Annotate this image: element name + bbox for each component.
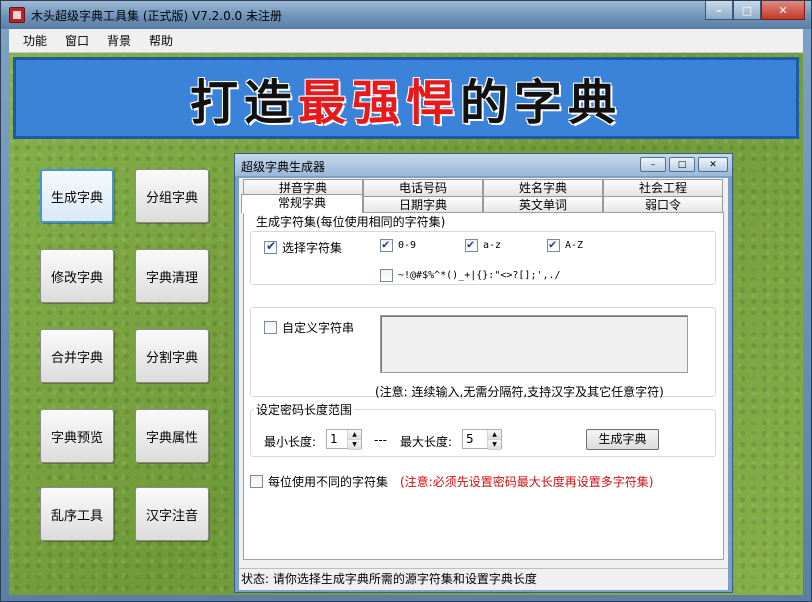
special-chars-checkbox[interactable]: ~!@#$%^*()_+|{}:"<>?[];',./ bbox=[380, 269, 561, 282]
app-icon bbox=[9, 7, 25, 23]
tool-preview-dict-button[interactable]: 字典预览 bbox=[40, 409, 114, 463]
menu-function[interactable]: 功能 bbox=[23, 32, 47, 49]
tool-pinyin-button[interactable]: 汉字注音 bbox=[135, 487, 209, 541]
custom-string-note: (注意: 连续输入,无需分隔符,支持汉字及其它任意字符) bbox=[375, 385, 664, 399]
max-length-label: 最大长度: bbox=[400, 435, 453, 449]
dialog-minimize-button[interactable]: – bbox=[640, 157, 666, 172]
tab-phone[interactable]: 电话号码 bbox=[363, 179, 483, 196]
checkbox-box[interactable] bbox=[380, 237, 393, 252]
generate-dict-button[interactable]: 生成字典 bbox=[586, 429, 659, 450]
length-separator: --- bbox=[374, 433, 387, 447]
dialog-maximize-button[interactable]: □ bbox=[669, 157, 695, 172]
diff-charset-label: 每位使用不同的字符集 bbox=[268, 475, 389, 489]
status-bar: 状态: 请你选择生成字典所需的源字符集和设置字典长度 bbox=[239, 568, 728, 588]
dialog-title-bar[interactable]: 超级字典生成器 – □ ✕ bbox=[235, 154, 732, 176]
menu-background[interactable]: 背景 bbox=[107, 32, 131, 49]
banner-part-3: 的字典 bbox=[460, 75, 623, 131]
dict-generator-dialog: 超级字典生成器 – □ ✕ 拼音字典 电话号码 姓名字典 社会工程 常规字典 日… bbox=[234, 153, 733, 593]
banner-slogan: 打造最强悍的字典 bbox=[190, 63, 622, 133]
minimize-button[interactable]: – bbox=[705, 1, 733, 20]
menu-window[interactable]: 窗口 bbox=[65, 32, 89, 49]
tool-shuffle-button[interactable]: 乱序工具 bbox=[40, 487, 114, 541]
charset-group-label: 生成字符集(每位使用相同的字符集) bbox=[254, 213, 448, 230]
tool-group-dict-button[interactable]: 分组字典 bbox=[135, 169, 209, 223]
custom-string-label: 自定义字符串 bbox=[282, 321, 355, 335]
diff-charset-checkbox[interactable]: 每位使用不同的字符集 bbox=[250, 473, 388, 490]
length-group-label: 设定密码长度范围 bbox=[254, 401, 355, 418]
checkbox-box[interactable] bbox=[264, 239, 277, 254]
tool-clean-dict-button[interactable]: 字典清理 bbox=[135, 249, 209, 303]
tool-split-dict-button[interactable]: 分割字典 bbox=[135, 329, 209, 383]
tool-generate-dict-button[interactable]: 生成字典 bbox=[40, 169, 114, 223]
tab-social[interactable]: 社会工程 bbox=[603, 179, 723, 196]
banner: 打造最强悍的字典 bbox=[13, 57, 799, 139]
dialog-body: 拼音字典 电话号码 姓名字典 社会工程 常规字典 日期字典 英文单词 弱口令 生… bbox=[239, 178, 728, 590]
max-length-value[interactable]: 5 bbox=[463, 430, 487, 448]
banner-part-2: 最强悍 bbox=[297, 75, 460, 131]
tab-panel-common: 生成字符集(每位使用相同的字符集) 选择字符集 0-9 a-z bbox=[243, 212, 724, 560]
select-charset-label: 选择字符集 bbox=[282, 241, 343, 255]
spinner-arrows[interactable]: ▲ ▼ bbox=[487, 430, 501, 450]
menu-bar: 功能 窗口 背景 帮助 bbox=[9, 29, 803, 53]
dialog-title: 超级字典生成器 bbox=[241, 160, 326, 174]
diff-charset-note: (注意:必须先设置密码最大长度再设置多字符集) bbox=[400, 475, 654, 489]
spin-up-icon[interactable]: ▲ bbox=[348, 430, 361, 440]
tab-common[interactable]: 常规字典 bbox=[241, 194, 363, 213]
menu-help[interactable]: 帮助 bbox=[149, 32, 173, 49]
window-controls: – □ ✕ bbox=[705, 1, 805, 21]
select-charset-checkbox[interactable]: 选择字符集 bbox=[264, 239, 342, 256]
maximize-button[interactable]: □ bbox=[733, 1, 761, 20]
tool-modify-dict-button[interactable]: 修改字典 bbox=[40, 249, 114, 303]
uppercase-checkbox[interactable]: A-Z bbox=[547, 237, 584, 252]
spin-up-icon[interactable]: ▲ bbox=[488, 430, 501, 440]
spin-down-icon[interactable]: ▼ bbox=[488, 440, 501, 450]
max-length-spinner[interactable]: 5 ▲ ▼ bbox=[462, 429, 502, 450]
window-title: 木头超级字典工具集 (正式版) V7.2.0.0 未注册 bbox=[31, 9, 282, 23]
digits-label: 0-9 bbox=[398, 240, 417, 251]
tab-date[interactable]: 日期字典 bbox=[363, 196, 483, 213]
dialog-close-button[interactable]: ✕ bbox=[698, 157, 728, 172]
checkbox-box[interactable] bbox=[547, 237, 560, 252]
min-length-label: 最小长度: bbox=[264, 435, 317, 449]
custom-string-checkbox[interactable]: 自定义字符串 bbox=[264, 319, 354, 336]
banner-part-1: 打造 bbox=[189, 75, 298, 131]
title-bar[interactable]: 木头超级字典工具集 (正式版) V7.2.0.0 未注册 – □ ✕ bbox=[1, 1, 811, 29]
min-length-value[interactable]: 1 bbox=[327, 430, 347, 448]
lowercase-checkbox[interactable]: a-z bbox=[465, 237, 502, 252]
checkbox-box[interactable] bbox=[250, 475, 263, 488]
checkbox-box[interactable] bbox=[380, 269, 393, 282]
tab-name[interactable]: 姓名字典 bbox=[483, 179, 603, 196]
main-window: 木头超级字典工具集 (正式版) V7.2.0.0 未注册 – □ ✕ 功能 窗口… bbox=[0, 0, 812, 602]
workspace: 打造最强悍的字典 生成字典 分组字典 修改字典 字典清理 合并字典 分割字典 字… bbox=[9, 53, 803, 595]
checkbox-box[interactable] bbox=[465, 237, 478, 252]
lowercase-label: a-z bbox=[483, 240, 502, 251]
tool-dict-props-button[interactable]: 字典属性 bbox=[135, 409, 209, 463]
tab-english[interactable]: 英文单词 bbox=[483, 196, 603, 213]
tool-merge-dict-button[interactable]: 合并字典 bbox=[40, 329, 114, 383]
close-button[interactable]: ✕ bbox=[761, 1, 805, 20]
min-length-spinner[interactable]: 1 ▲ ▼ bbox=[326, 429, 362, 450]
spinner-arrows[interactable]: ▲ ▼ bbox=[347, 430, 361, 450]
digits-checkbox[interactable]: 0-9 bbox=[380, 237, 417, 252]
uppercase-label: A-Z bbox=[565, 240, 584, 251]
checkbox-box[interactable] bbox=[264, 321, 277, 334]
dialog-controls: – □ ✕ bbox=[640, 157, 728, 172]
spin-down-icon[interactable]: ▼ bbox=[348, 440, 361, 450]
tab-weak-password[interactable]: 弱口令 bbox=[603, 196, 723, 213]
special-chars-label: ~!@#$%^*()_+|{}:"<>?[];',./ bbox=[398, 270, 561, 281]
custom-string-input[interactable] bbox=[380, 315, 688, 373]
